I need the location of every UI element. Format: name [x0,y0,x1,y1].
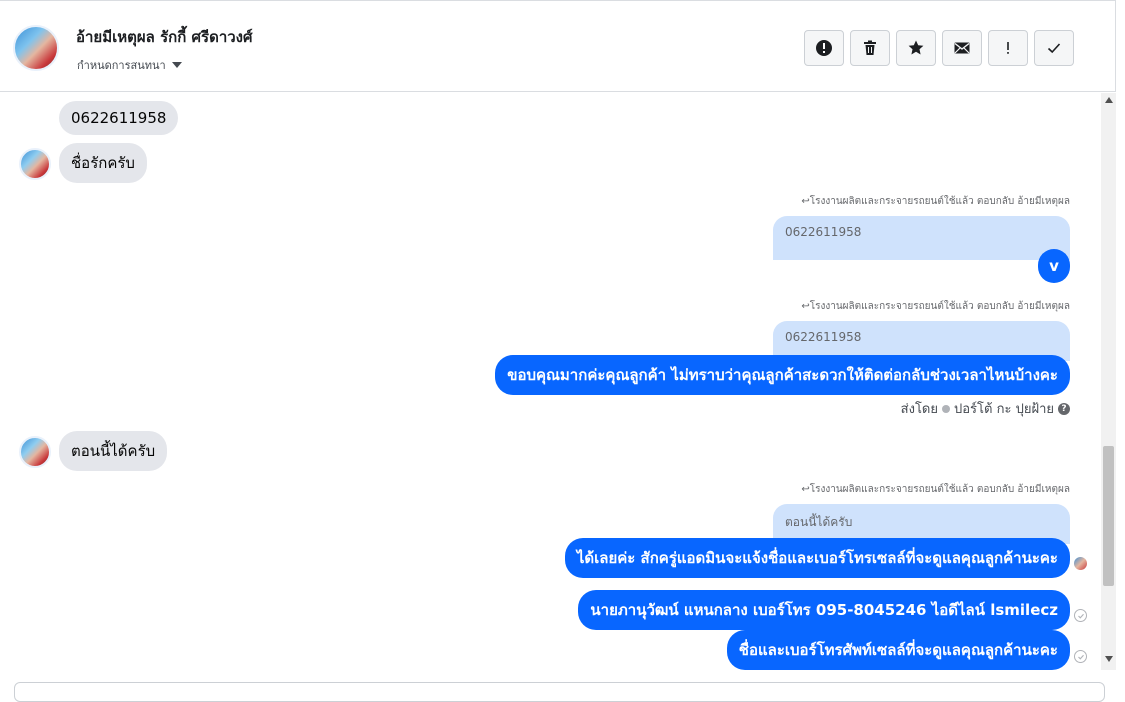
outgoing-message[interactable]: ได้เลยค่ะ สักครู่แอดมินจะแจ้งชื่อและเบอร… [564,538,1070,578]
exclamation-icon [1007,42,1009,54]
sender-avatar [19,148,51,180]
envelope-icon [954,42,970,54]
incoming-message[interactable]: 0622611958 [59,101,179,135]
assign-conversation-label: กำหนดการสนทนา [77,59,166,72]
quoted-message[interactable]: 0622611958 [773,216,1070,260]
star-icon [908,40,924,55]
message-composer[interactable] [14,682,1105,702]
checkmark-icon [1047,43,1061,54]
alert-circle-icon [816,40,832,56]
contact-name[interactable]: อ้ายมีเหตุผล รักกี้ ศรีดาวงศ์ [76,25,253,49]
help-icon[interactable]: ? [1058,402,1070,415]
delivered-check-icon [1074,609,1087,622]
mark-done-button[interactable] [1034,30,1074,66]
outgoing-message[interactable]: v [1038,249,1070,283]
reply-context-text: โรงงานผลิตและกระจายรถยนต์ใช้แล้ว ตอบกลับ… [809,484,1070,495]
sent-by-label: ส่งโดย [900,402,938,417]
reply-context-label: ↩โรงงานผลิตและกระจายรถยนต์ใช้แล้ว ตอบกลั… [801,482,1070,497]
reply-context-text: โรงงานผลิตและกระจายรถยนต์ใช้แล้ว ตอบกลับ… [809,301,1070,312]
trash-icon [864,40,876,55]
reply-arrow-icon: ↩ [801,484,810,495]
conversation-toolbar [804,30,1074,66]
reply-context-label: ↩โรงงานผลิตและกระจายรถยนต์ใช้แล้ว ตอบกลั… [801,299,1070,314]
reply-context-label: ↩โรงงานผลิตและกระจายรถยนต์ใช้แล้ว ตอบกลั… [801,194,1070,209]
sender-avatar [19,436,51,468]
verified-icon [942,404,950,413]
scroll-down-arrow-icon[interactable] [1101,656,1116,666]
flag-button[interactable] [988,30,1028,66]
sent-by-info: ส่งโดย ปอร์โต้ กะ ปุยฝ้าย ? [901,398,1070,419]
thread-scrollbar[interactable] [1101,93,1116,670]
incoming-message[interactable]: ตอนนี้ได้ครับ [59,431,168,471]
seen-by-avatar [1073,556,1088,571]
conversation-header: อ้ายมีเหตุผล รักกี้ ศรีดาวงศ์ กำหนดการสน… [0,0,1116,92]
caret-down-icon [171,62,182,68]
outgoing-message[interactable]: ชื่อและเบอร์โทรศัพท์เซลล์ที่จะดูแลคุณลูก… [726,630,1070,670]
reply-context-text: โรงงานผลิตและกระจายรถยนต์ใช้แล้ว ตอบกลับ… [809,196,1070,207]
assign-conversation-dropdown[interactable]: กำหนดการสนทนา [77,56,182,74]
incoming-message[interactable]: ชื่อรักครับ [59,143,147,183]
contact-avatar[interactable] [13,25,59,71]
mark-unread-button[interactable] [942,30,982,66]
outgoing-message[interactable]: นายภานุวัฒน์ แหนกลาง เบอร์โทร 095-804524… [578,590,1070,630]
reply-arrow-icon: ↩ [801,301,810,312]
scroll-up-arrow-icon[interactable] [1101,97,1116,107]
sent-by-name[interactable]: ปอร์โต้ กะ ปุยฝ้าย [954,398,1054,419]
reply-arrow-icon: ↩ [801,196,810,207]
report-spam-button[interactable] [804,30,844,66]
outgoing-message[interactable]: ขอบคุณมากค่ะคุณลูกค้า ไม่ทราบว่าคุณลูกค้… [495,355,1070,395]
scrollbar-thumb[interactable] [1103,446,1114,586]
delete-button[interactable] [850,30,890,66]
delivered-check-icon [1074,650,1087,663]
star-button[interactable] [896,30,936,66]
